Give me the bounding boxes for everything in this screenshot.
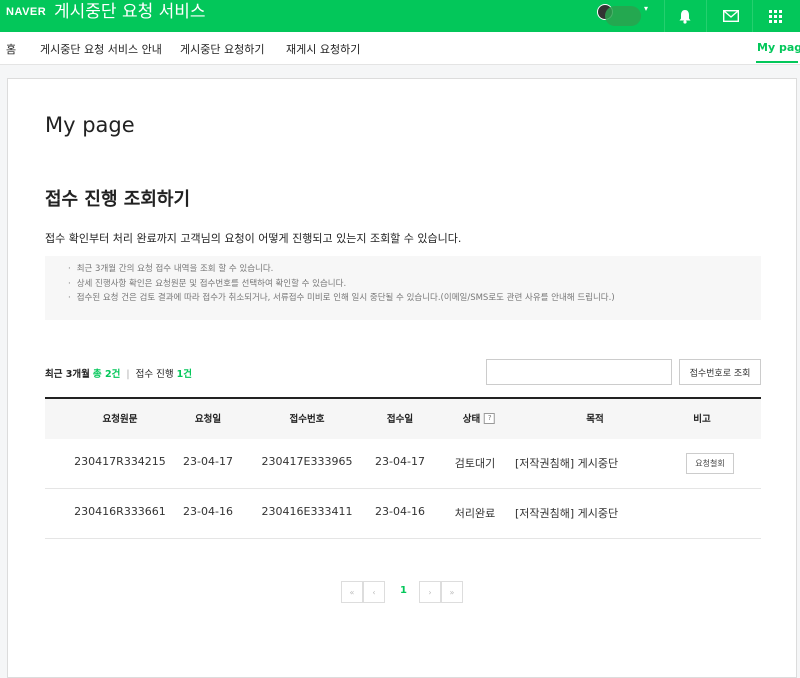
page-title: My page [45, 113, 135, 137]
notice-item: 최근 3개월 간의 요청 접수 내역을 조회 할 수 있습니다. [68, 262, 761, 277]
page-number-current[interactable]: 1 [400, 585, 407, 596]
nav-service-guide[interactable]: 게시중단 요청 서비스 안내 [40, 41, 162, 57]
bell-icon[interactable] [665, 0, 705, 32]
cell-purpose: [저작권침해] 게시중단 [515, 507, 619, 520]
table-row: 230416R333661 23-04-16 230416E333411 23-… [45, 489, 761, 539]
summary-separator: | [126, 369, 130, 380]
header-original: 요청원문 [102, 414, 138, 425]
result-summary: 최근 3개월 총 2건 | 접수 진행 1건 [45, 366, 192, 380]
header-remarks: 비고 [693, 414, 711, 425]
divider [752, 0, 753, 32]
naver-logo[interactable]: NAVER [6, 6, 46, 18]
receipt-number-input[interactable] [486, 359, 672, 385]
cell-receipt-no[interactable]: 230417E333965 [262, 455, 353, 468]
cell-status: 처리완료 [454, 507, 496, 520]
mail-icon[interactable] [711, 0, 751, 32]
next-page-button[interactable]: › [419, 581, 441, 603]
header-purpose: 목적 [586, 414, 604, 425]
notice-item: 접수된 요청 건은 검토 결과에 따라 접수가 취소되거나, 서류접수 미비로 … [68, 291, 761, 306]
chevron-down-icon[interactable]: ▾ [644, 4, 648, 13]
cell-request-date: 23-04-17 [183, 455, 233, 468]
help-icon[interactable]: ? [484, 412, 496, 424]
section-description: 접수 확인부터 처리 완료까지 고객님의 요청이 어떻게 진행되고 있는지 조회… [45, 232, 462, 245]
cell-request-date: 23-04-16 [183, 505, 233, 518]
header-receipt-no: 접수번호 [289, 414, 325, 425]
summary-total: 총 2건 [92, 369, 121, 380]
table-row: 230417R334215 23-04-17 230417E333965 23-… [45, 439, 761, 489]
service-title[interactable]: 게시중단 요청 서비스 [54, 1, 206, 23]
cell-receipt-date: 23-04-17 [375, 455, 425, 468]
nav-active-indicator [756, 61, 798, 63]
table-header: 요청원문 요청일 접수번호 접수일 상태? 목적 비고 [45, 397, 761, 439]
cell-receipt-no[interactable]: 230416E333411 [262, 505, 353, 518]
section-title: 접수 진행 조회하기 [45, 189, 191, 210]
header-receipt-date: 접수일 [386, 414, 414, 425]
cell-purpose: [저작권침해] 게시중단 [515, 457, 619, 470]
nav-my-page[interactable]: My page [757, 41, 800, 54]
search-by-receipt-button[interactable]: 접수번호로 조회 [679, 359, 761, 385]
cell-receipt-date: 23-04-16 [375, 505, 425, 518]
first-page-button[interactable]: « [341, 581, 363, 603]
main-nav: 홈 게시중단 요청 서비스 안내 게시중단 요청하기 재게시 요청하기 My p… [0, 32, 800, 65]
cell-status: 검토대기 [454, 457, 496, 470]
apps-grid-icon[interactable] [755, 0, 795, 32]
prev-page-button[interactable]: ‹ [363, 581, 385, 603]
notice-item: 상세 진행사항 확인은 요청원문 및 접수번호를 선택하여 확인할 수 있습니다… [68, 277, 761, 292]
header-status: 상태? [463, 411, 496, 425]
notice-box: 최근 3개월 간의 요청 접수 내역을 조회 할 수 있습니다. 상세 진행사항… [45, 256, 761, 320]
request-table: 요청원문 요청일 접수번호 접수일 상태? 목적 비고 230417R33421… [45, 397, 761, 539]
summary-in-progress-label: 접수 진행 [135, 369, 174, 380]
summary-period: 최근 3개월 [45, 369, 90, 380]
content-card: My page 접수 진행 조회하기 접수 확인부터 처리 완료까지 고객님의 … [7, 78, 797, 678]
summary-in-progress: 1건 [176, 369, 192, 380]
nav-repost-request[interactable]: 재게시 요청하기 [286, 41, 360, 57]
header-request-date: 요청일 [194, 414, 222, 425]
divider [706, 0, 707, 32]
top-bar: NAVER 게시중단 요청 서비스 ▾ [0, 0, 800, 32]
last-page-button[interactable]: » [441, 581, 463, 603]
nav-request-takedown[interactable]: 게시중단 요청하기 [180, 41, 264, 57]
nav-home[interactable]: 홈 [6, 41, 16, 57]
user-name-blurred[interactable] [605, 6, 641, 26]
cell-original[interactable]: 230416R333661 [74, 505, 166, 518]
withdraw-request-button[interactable]: 요청철회 [686, 453, 734, 474]
cell-original[interactable]: 230417R334215 [74, 455, 166, 468]
